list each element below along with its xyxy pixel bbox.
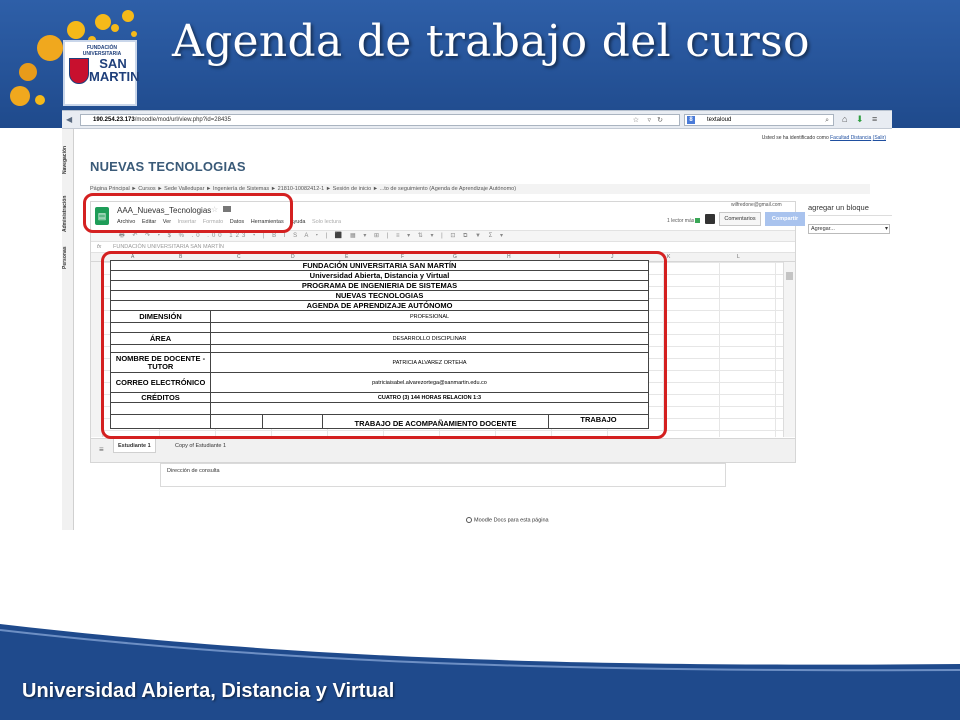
- sidebar-tab-navegacion[interactable]: Navegación: [62, 135, 74, 185]
- moodle-docs-link[interactable]: Moodle Docs para esta página: [466, 517, 549, 523]
- user-email: wilfredone@gmail.com: [731, 202, 782, 208]
- back-arrow-icon[interactable]: ◀: [66, 115, 72, 124]
- add-block-title: agregar un bloque: [808, 203, 892, 216]
- dropdown-icon[interactable]: ▿: [647, 116, 651, 126]
- star-icon[interactable]: ☆: [633, 116, 639, 126]
- moodle-sidebar: Navegación Administración Personas: [62, 129, 74, 530]
- tab-copy-estudiante-1[interactable]: Copy of Estudiante 1: [171, 439, 230, 453]
- logout-link[interactable]: (Salir): [873, 135, 886, 141]
- read-only-label: Solo lectura: [311, 219, 342, 225]
- add-block-select[interactable]: Agregar...: [808, 224, 890, 234]
- add-block-panel: agregar un bloque Agregar...: [808, 203, 892, 234]
- vertical-scrollbar[interactable]: [783, 262, 795, 437]
- tab-estudiante-1[interactable]: Estudiante 1: [113, 439, 156, 453]
- footer-wave-shape: [0, 624, 960, 720]
- login-info: Usted se ha identificado como Facultad D…: [762, 135, 886, 141]
- url-path: /moodle/mod/url/view.php?id=28435: [134, 117, 231, 123]
- chat-icon[interactable]: [705, 214, 715, 224]
- browser-toolbar: ◀ 190.254.23.173/moodle/mod/url/view.php…: [62, 111, 892, 129]
- column-header[interactable]: L: [737, 254, 740, 260]
- moodle-header: Usted se ha identificado como Facultad D…: [74, 129, 892, 187]
- logo-crest-icon: [69, 58, 89, 84]
- download-icon[interactable]: ⬇: [856, 114, 864, 125]
- url-host: 190.254.23.173: [93, 117, 135, 123]
- info-icon: [466, 517, 472, 523]
- fx-label: fx: [97, 244, 102, 250]
- slide-footer: [0, 624, 960, 720]
- login-prefix: Usted se ha identificado como: [761, 135, 829, 141]
- footer-tagline: Universidad Abierta, Distancia y Virtual: [22, 680, 395, 702]
- highlight-agenda-table: [101, 251, 667, 439]
- search-input[interactable]: 8 textaloud ⌕: [684, 114, 834, 126]
- consulta-panel: Dirección de consulta: [160, 463, 726, 487]
- sidebar-tab-personas[interactable]: Personas: [62, 243, 74, 273]
- sheet-list-icon[interactable]: ≡: [99, 445, 104, 454]
- sheet-tabs-bar: ≡ Estudiante 1 Copy of Estudiante 1: [91, 438, 795, 462]
- login-user-link[interactable]: Facultad Distancia: [830, 135, 871, 141]
- home-icon[interactable]: ⌂: [842, 114, 847, 124]
- sidebar-tab-administracion[interactable]: Administración: [62, 189, 74, 239]
- logo-name-line-2: MARTIN: [89, 69, 140, 84]
- google-icon: 8: [687, 116, 695, 124]
- slide-header: FUNDACIÓN UNIVERSITARIA SAN MARTIN Agend…: [0, 0, 960, 128]
- menu-icon[interactable]: ≡: [872, 114, 877, 124]
- course-title: NUEVAS TECNOLOGIAS: [90, 159, 246, 174]
- comments-button[interactable]: Comentarios: [719, 212, 761, 226]
- reload-icon[interactable]: ↻: [657, 116, 663, 126]
- search-value: textaloud: [707, 117, 732, 123]
- formula-value: FUNDACIÓN UNIVERSITARIA SAN MARTÍN: [113, 244, 225, 250]
- address-bar[interactable]: 190.254.23.173/moodle/mod/url/view.php?i…: [80, 114, 680, 126]
- slide-title: Agenda de trabajo del curso: [172, 16, 810, 67]
- scroll-thumb[interactable]: [786, 272, 793, 280]
- share-button[interactable]: Compartir: [765, 212, 805, 226]
- reader-avatar: [695, 218, 700, 223]
- moodle-docs-label: Moodle Docs para esta página: [474, 517, 549, 524]
- readers-count: 1 lector más: [667, 218, 695, 224]
- logo-name: SAN MARTIN: [89, 57, 140, 84]
- search-icon[interactable]: ⌕: [825, 116, 829, 126]
- column-header[interactable]: K: [667, 254, 670, 260]
- university-logo: FUNDACIÓN UNIVERSITARIA SAN MARTIN: [63, 40, 140, 106]
- highlight-sheet-title: [83, 193, 293, 233]
